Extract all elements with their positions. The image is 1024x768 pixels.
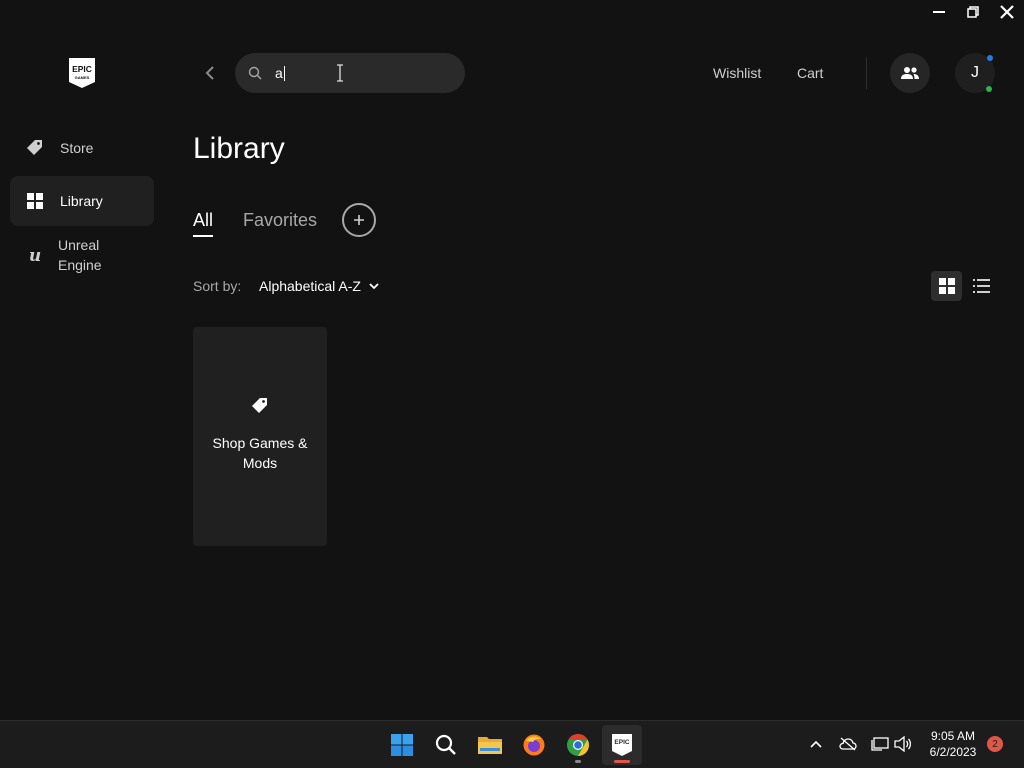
folder-icon (478, 737, 502, 754)
search-icon (435, 734, 456, 755)
card-label: Shop Games & Mods (212, 435, 308, 471)
close-button[interactable] (990, 0, 1024, 24)
grid-icon (27, 193, 43, 209)
sidebar-item-label: Library (60, 193, 103, 209)
unreal-icon: u (29, 246, 41, 264)
logo-line1: EPIC (72, 64, 92, 74)
notification-center-badge[interactable]: 2 (987, 736, 1003, 752)
clock-date: 6/2/2023 (929, 745, 977, 759)
taskbar-start-button[interactable] (382, 725, 422, 765)
epic-games-logo-icon: EPIC GAMES (69, 58, 95, 88)
sort-value: Alphabetical A-Z (259, 278, 361, 294)
taskbar-chrome[interactable] (558, 725, 598, 765)
onedrive-status[interactable] (838, 734, 858, 754)
close-icon (1000, 5, 1014, 19)
grid-view-button[interactable] (931, 271, 962, 301)
shop-games-card[interactable]: Shop Games & Mods (193, 327, 327, 546)
speaker-icon (894, 736, 912, 752)
restore-button[interactable] (956, 0, 990, 24)
chrome-icon (567, 734, 589, 756)
restore-icon (967, 6, 979, 18)
logo-line2: GAMES (75, 75, 90, 80)
notification-dot (987, 55, 993, 61)
search-value[interactable]: a (275, 65, 283, 81)
tag-icon (252, 398, 267, 413)
firefox-icon (523, 734, 545, 756)
online-status-dot (986, 86, 992, 92)
epic-games-logo-icon: EPIC (612, 734, 632, 756)
chevron-left-icon (205, 66, 214, 80)
svg-text:u: u (29, 246, 41, 264)
sort-label: Sort by: (193, 278, 242, 294)
minimize-icon (933, 11, 945, 13)
epic-games-logo[interactable]: EPIC GAMES (67, 57, 97, 89)
plus-icon (354, 215, 364, 225)
window-controls (922, 0, 1024, 24)
active-tab-indicator (193, 235, 213, 237)
windows-taskbar: EPIC 9:05 AM 6/2/2023 2 (0, 720, 1024, 768)
taskbar-logo-text: EPIC (614, 739, 629, 746)
chevron-up-icon (810, 740, 822, 748)
search-input[interactable]: a (235, 53, 465, 93)
network-icon (871, 737, 889, 751)
tab-favorites[interactable]: Favorites (243, 210, 317, 231)
windows-logo-icon (391, 734, 413, 756)
add-collection-button[interactable] (342, 203, 376, 237)
search-icon (248, 66, 262, 80)
cloud-offline-icon (839, 737, 857, 751)
clock-time: 9:05 AM (930, 729, 976, 743)
volume-control[interactable] (893, 734, 913, 754)
minimize-button[interactable] (922, 0, 956, 24)
taskbar-epic-games-launcher[interactable]: EPIC (602, 725, 642, 765)
active-app-indicator (614, 760, 630, 763)
sidebar-item-label: Unreal Engine (58, 237, 102, 273)
sidebar-item-unreal-engine[interactable]: u Unreal Engine (10, 232, 154, 278)
back-button[interactable] (199, 62, 221, 84)
running-indicator (575, 760, 581, 763)
cart-link[interactable]: Cart (797, 65, 823, 81)
text-caret (283, 65, 285, 81)
chevron-down-icon (369, 282, 379, 289)
sidebar-item-library[interactable]: Library (10, 176, 154, 226)
wishlist-link[interactable]: Wishlist (713, 65, 761, 81)
page-title: Library (193, 132, 285, 165)
list-view-button[interactable] (966, 271, 996, 301)
epic-games-launcher-window: EPIC GAMES a Wishlist Cart J Store Libra… (0, 0, 1024, 720)
show-hidden-icons-button[interactable] (806, 734, 826, 754)
tab-all[interactable]: All (193, 210, 213, 231)
mouse-ibeam-cursor-icon (337, 64, 343, 82)
grid-view-icon (938, 278, 955, 294)
list-view-icon (972, 279, 990, 293)
friends-icon (901, 67, 919, 79)
taskbar-firefox[interactable] (514, 725, 554, 765)
header-divider (866, 57, 867, 89)
sidebar-item-store[interactable]: Store (10, 133, 154, 163)
tag-icon (27, 140, 42, 155)
taskbar-search-button[interactable] (426, 725, 466, 765)
taskbar-clock[interactable]: 9:05 AM 6/2/2023 (918, 728, 988, 760)
friends-button[interactable] (890, 53, 930, 93)
sidebar-item-label: Store (60, 140, 94, 156)
taskbar-file-explorer[interactable] (470, 725, 510, 765)
avatar-initial: J (971, 64, 979, 81)
sort-dropdown[interactable]: Alphabetical A-Z (259, 278, 379, 294)
network-status[interactable] (870, 734, 890, 754)
